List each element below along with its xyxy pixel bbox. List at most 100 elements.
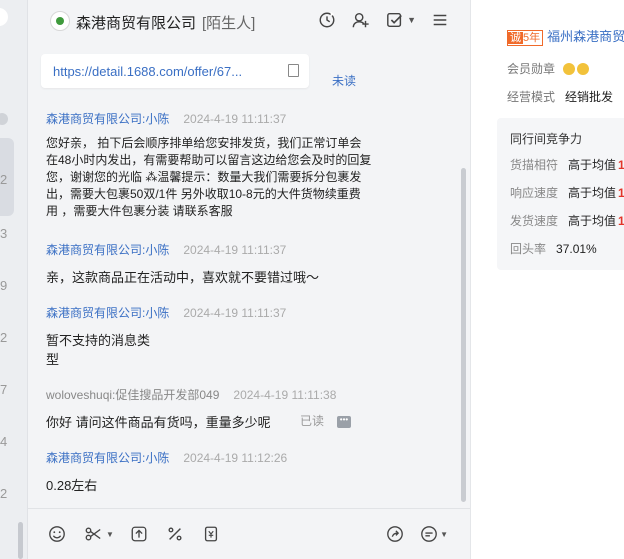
composer-toolbar: ▼ ▼ bbox=[28, 508, 470, 559]
task-check-icon[interactable] bbox=[385, 10, 405, 30]
message-body: 暂不支持的消息类 型 bbox=[46, 331, 286, 369]
message-list[interactable]: https://detail.1688.com/offer/67... 未读 森… bbox=[28, 46, 460, 508]
list-digit: 2 bbox=[0, 330, 8, 345]
competitiveness-card: 同行间竞争力 货描相符 高于均值 1 响应速度 高于均值 1 发货速度 高于均值 1 回头率… bbox=[497, 118, 624, 270]
stranger-tag: [陌生人] bbox=[202, 15, 256, 32]
years-badge-text: 5年 bbox=[523, 32, 541, 44]
message-body: 0.28左右 bbox=[46, 476, 287, 495]
message-line: 您，谢谢您的光临 ⁂温馨提示：数量大我们需要拆分包裹发 bbox=[46, 170, 362, 184]
message-sender: 森港商贸有限公司:小陈 bbox=[46, 112, 170, 126]
message-line: 0.28左右 bbox=[46, 478, 98, 493]
metric-row: 响应速度 高于均值 1 bbox=[510, 184, 624, 201]
shop-name-link[interactable]: 福州森港商贸 bbox=[547, 29, 624, 44]
read-status: 已读 bbox=[300, 414, 325, 428]
chat-title: 森港商贸有限公司 [陌生人] bbox=[76, 12, 255, 33]
chat-header: 森港商贸有限公司 [陌生人] ▼ bbox=[28, 0, 470, 42]
message-line: 暂不支持的消息类 bbox=[46, 333, 151, 348]
business-mode-row: 经营模式 经销批发 bbox=[507, 88, 613, 105]
message-sender: 森港商贸有限公司:小陈 bbox=[46, 243, 170, 257]
message-line: 出，需要大包裹50双/1件 另外收取10-8元的大件货物续重费 bbox=[46, 187, 361, 201]
metric-row: 回头率 37.01% bbox=[510, 240, 597, 257]
copy-icon[interactable] bbox=[288, 64, 299, 77]
message-line: 型 bbox=[46, 352, 60, 367]
message-scrollbar[interactable] bbox=[461, 168, 466, 502]
message-line: 你好 请问这件商品有货吗，重量多少呢 bbox=[46, 415, 271, 430]
list-digit: 9 bbox=[0, 278, 8, 293]
share-icon[interactable] bbox=[384, 523, 406, 545]
message-item: 森港商贸有限公司:小陈 2024-4-19 11:11:37 您好亲， 拍下后会顺… bbox=[46, 110, 371, 220]
message-line: 亲，这款商品正在活动中，喜欢就不要错过哦～ bbox=[46, 270, 320, 285]
list-scrollbar[interactable] bbox=[18, 522, 23, 559]
message-body: 亲，这款商品正在活动中，喜欢就不要错过哦～ bbox=[46, 268, 319, 287]
task-dropdown-icon[interactable]: ▼ bbox=[407, 15, 416, 25]
emoji-icon[interactable] bbox=[46, 523, 68, 545]
message-time: 2024-4-19 11:12:26 bbox=[183, 451, 288, 465]
add-contact-icon[interactable] bbox=[351, 10, 371, 30]
message-sender: 森港商贸有限公司:小陈 bbox=[46, 306, 170, 320]
discount-icon[interactable] bbox=[164, 523, 186, 545]
business-mode-label: 经营模式 bbox=[507, 90, 556, 104]
list-digit: 7 bbox=[0, 382, 8, 397]
upload-file-icon[interactable] bbox=[128, 523, 150, 545]
message-item: 森港商贸有限公司:小陈 2024-4-19 11:12:26 0.28左右 bbox=[46, 449, 287, 495]
metric-arrow: 1 bbox=[618, 214, 624, 228]
message-item: woloveshuqi:促佳搜品开发部049 2024-4-19 11:11:38… bbox=[46, 386, 336, 432]
metric-value: 37.01% bbox=[556, 242, 597, 256]
message-time: 2024-4-19 11:11:37 bbox=[183, 243, 287, 257]
metric-arrow: 1 bbox=[618, 186, 624, 200]
list-digit: 4 bbox=[0, 434, 8, 449]
message-sender: 森港商贸有限公司:小陈 bbox=[46, 451, 170, 465]
message-line: 用 ，需要大件包裹分装 请联系客服 bbox=[46, 204, 233, 218]
message-body: 你好 请问这件商品有货吗，重量多少呢 bbox=[46, 413, 336, 432]
quick-reply-dropdown-icon[interactable]: ▼ bbox=[440, 530, 448, 539]
member-medal-label: 会员勋章 bbox=[507, 62, 556, 76]
metric-label: 响应速度 bbox=[510, 186, 559, 200]
competitiveness-title: 同行间竞争力 bbox=[510, 132, 583, 146]
list-avatar-partial[interactable] bbox=[0, 8, 8, 26]
message-line: 您好亲， 拍下后会顺序排单给您安排发货，我们正常订单会 bbox=[46, 136, 362, 150]
message-item: 森港商贸有限公司:小陈 2024-4-19 11:11:37 暂不支持的消息类 型 bbox=[46, 304, 286, 369]
screenshot-scissors-icon[interactable] bbox=[82, 523, 104, 545]
metric-value: 高于均值 bbox=[568, 214, 617, 228]
years-badge-mark: 诚 bbox=[508, 32, 523, 44]
metric-row: 货描相符 高于均值 1 bbox=[510, 156, 624, 173]
screenshot-dropdown-icon[interactable]: ▼ bbox=[106, 530, 114, 539]
metric-row: 发货速度 高于均值 1 bbox=[510, 212, 624, 229]
member-medal-row: 会员勋章 bbox=[507, 60, 590, 77]
shop-avatar[interactable] bbox=[50, 11, 70, 31]
medal-icon[interactable] bbox=[563, 63, 576, 75]
product-link[interactable]: https://detail.1688.com/offer/67... bbox=[53, 64, 242, 79]
metric-label: 发货速度 bbox=[510, 214, 559, 228]
message-time: 2024-4-19 11:11:37 bbox=[183, 306, 287, 320]
message-time: 2024-4-19 11:11:38 bbox=[233, 388, 337, 402]
unread-status: 未读 bbox=[332, 74, 357, 88]
history-icon[interactable] bbox=[317, 10, 337, 30]
message-item: 森港商贸有限公司:小陈 2024-4-19 11:11:37 亲，这款商品正在活动… bbox=[46, 241, 319, 287]
metric-value: 高于均值 bbox=[568, 158, 617, 172]
metric-value: 高于均值 bbox=[568, 186, 617, 200]
message-body: 您好亲， 拍下后会顺序排单给您安排发货，我们正常订单会 在48小时内发出，有需要… bbox=[46, 135, 371, 220]
chat-window: 森港商贸有限公司 [陌生人] ▼ https://detail.1688.com/… bbox=[28, 0, 470, 559]
list-digit: 3 bbox=[0, 226, 8, 241]
coupon-icon[interactable] bbox=[200, 523, 222, 545]
message-line: 在48小时内发出，有需要帮助可以留言这边给您会及时的回复 bbox=[46, 153, 372, 167]
more-icon[interactable]: ••• bbox=[337, 416, 351, 428]
list-status-dot bbox=[0, 113, 8, 125]
years-badge: 诚 5年 bbox=[507, 30, 544, 46]
message-sender: woloveshuqi:促佳搜品开发部049 bbox=[46, 388, 220, 402]
message-time: 2024-4-19 11:11:37 bbox=[183, 112, 287, 126]
business-mode-value: 经销批发 bbox=[565, 90, 614, 104]
conversation-list-strip: 2 3 9 2 7 4 2 bbox=[0, 0, 28, 559]
product-link-card[interactable]: https://detail.1688.com/offer/67... bbox=[41, 54, 309, 88]
shop-title-row: 诚 5年 福州森港商贸 bbox=[507, 26, 624, 46]
metric-label: 货描相符 bbox=[510, 158, 559, 172]
metric-arrow: 1 bbox=[618, 158, 624, 172]
list-digit: 2 bbox=[0, 172, 8, 187]
quick-reply-icon[interactable] bbox=[418, 523, 440, 545]
menu-icon[interactable] bbox=[430, 10, 450, 30]
metric-label: 回头率 bbox=[510, 242, 547, 256]
list-digit: 2 bbox=[0, 486, 8, 501]
shop-info-panel: 诚 5年 福州森港商贸 会员勋章 经营模式 经销批发 同行间竞争力 货描相符 高于均值 1… bbox=[470, 0, 624, 559]
medal-icon[interactable] bbox=[577, 63, 590, 75]
chat-contact-name: 森港商贸有限公司 bbox=[76, 15, 197, 32]
